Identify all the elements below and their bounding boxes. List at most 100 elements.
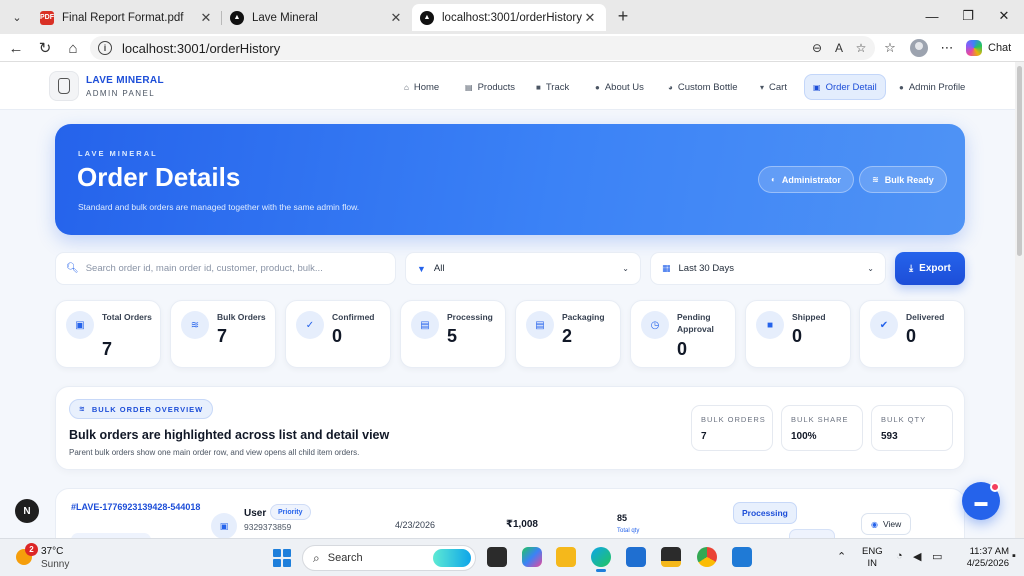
store-icon[interactable] [626, 547, 646, 567]
stat-label: Shipped [792, 312, 826, 322]
wifi-icon[interactable]: ◔ [896, 550, 903, 562]
nav-label: Home [413, 81, 440, 93]
weather-badge: 2 [25, 543, 38, 556]
stat-card-processing: ▤ Processing 5 [400, 300, 506, 368]
address-bar[interactable]: i localhost:3001/orderHistory ⊖ A ☆ [90, 36, 875, 60]
refresh-icon[interactable]: ↻ [34, 37, 56, 59]
badge-label: BULK ORDER OVERVIEW [91, 404, 204, 414]
clock-date: 4/25/2026 [966, 558, 1009, 569]
stat-value: 0 [906, 326, 917, 346]
order-qty: 85 [617, 513, 628, 523]
url-text[interactable]: localhost:3001/orderHistory [122, 41, 280, 56]
chat-fab-button[interactable]: ▬ [962, 482, 1000, 520]
scrollbar-thumb[interactable] [1017, 66, 1022, 256]
vscode-icon[interactable] [732, 547, 752, 567]
browser-tab-pdf[interactable]: PDF Final Report Format.pdf ✕ [32, 4, 222, 31]
nav-products[interactable]: ▤ Products [457, 74, 523, 100]
nav-label: Products [477, 81, 516, 93]
copilot-app-icon[interactable] [522, 547, 542, 567]
nav-custom-bottle[interactable]: ◕ Custom Bottle [660, 74, 746, 100]
language-indicator[interactable]: ENG IN [862, 546, 883, 570]
task-view-icon[interactable] [487, 547, 507, 567]
weather-condition: Sunny [41, 559, 70, 570]
copilot-icon [966, 40, 982, 56]
order-id-link[interactable]: #LAVE-1776923139428-544018 [71, 501, 206, 514]
browser-tab-lave-mineral[interactable]: ▲ Lave Mineral ✕ [222, 4, 412, 31]
brand-logo-icon[interactable] [49, 71, 79, 101]
sticky-notes-icon[interactable] [661, 547, 681, 567]
page-title: Order Details [77, 162, 241, 192]
home-icon[interactable]: ⌂ [62, 37, 84, 59]
nav-cart[interactable]: ▾ Cart [752, 74, 795, 100]
brand-subtitle: ADMIN PANEL [86, 89, 156, 98]
favorite-star-icon[interactable]: ☆ [852, 39, 870, 57]
order-search[interactable]: 🔍︎ [55, 252, 396, 285]
battery-icon[interactable]: ▭ [932, 550, 942, 563]
language-region: IN [867, 558, 878, 569]
volume-icon[interactable]: ◀ [913, 550, 921, 563]
search-icon: 🔍︎ [66, 263, 79, 274]
status-badge-secondary [789, 529, 835, 538]
order-qty-label: Total qty [617, 528, 640, 534]
view-order-button[interactable]: ◉ View [861, 513, 912, 535]
taskbar-search[interactable]: ⌕ Search [302, 545, 476, 571]
close-icon[interactable]: ✕ [582, 10, 598, 26]
copilot-chat-button[interactable]: Chat [966, 37, 1020, 59]
new-tab-plus-icon[interactable]: + [612, 5, 634, 27]
file-explorer-icon[interactable] [556, 547, 576, 567]
administrator-pill[interactable]: ◐ Administrator [758, 166, 854, 193]
windows-start-icon[interactable] [273, 549, 291, 567]
stat-card-total-orders: ▣ Total Orders 7 [55, 300, 161, 368]
profile-avatar[interactable] [910, 39, 928, 57]
favorites-icon[interactable]: ☆ [880, 38, 900, 58]
pill-label: Bulk Ready [884, 174, 934, 185]
more-options-icon[interactable]: ⋯ [937, 38, 957, 58]
layers-icon: ≋ [181, 311, 209, 339]
read-aloud-icon[interactable]: A [830, 39, 848, 57]
back-arrow-icon[interactable]: ← [5, 37, 27, 59]
browser-tab-order-history[interactable]: ▲ localhost:3001/orderHistory ✕ [412, 4, 606, 31]
minimize-icon[interactable]: — [914, 0, 950, 32]
browser-toolbar: ← ↻ ⌂ i localhost:3001/orderHistory ⊖ A … [0, 34, 1024, 62]
brand-name: LAVE MINERAL [86, 75, 164, 86]
system-clock[interactable]: 11:37 AM 4/25/2026 [965, 546, 1009, 570]
status-filter-select[interactable]: ▼ All ⌄ [405, 252, 641, 285]
tray-chevron-up-icon[interactable]: ⌃ [837, 550, 846, 563]
nextjs-dev-indicator-icon[interactable]: N [15, 499, 39, 523]
window-close-icon[interactable]: ✕ [986, 0, 1022, 32]
language-code: ENG [862, 546, 883, 557]
tab-title: Final Report Format.pdf [62, 11, 184, 24]
stat-label: Bulk Orders [217, 312, 266, 322]
bulk-ready-pill[interactable]: ≋ Bulk Ready [859, 166, 947, 193]
nav-home[interactable]: ⌂ Home [396, 74, 447, 100]
check-icon: ✓ [296, 311, 324, 339]
stat-value: 5 [447, 326, 458, 346]
nav-about-us[interactable]: ● About Us [587, 74, 652, 100]
table-row[interactable]: #LAVE-1776923139428-544018 ▣ User Priori… [55, 488, 965, 538]
stat-card-shipped: ■ Shipped 0 [745, 300, 851, 368]
export-button[interactable]: ⤓ Export [895, 252, 965, 285]
search-input[interactable] [85, 263, 386, 274]
box-icon: ▤ [465, 82, 473, 92]
site-info-icon[interactable]: i [98, 41, 112, 55]
nav-admin-profile[interactable]: ● Admin Profile [891, 74, 973, 100]
notification-bell-icon[interactable]: ▪ [1012, 550, 1016, 562]
edge-browser-icon[interactable] [591, 547, 611, 572]
stat-card-packaging: ▤ Packaging 2 [515, 300, 621, 368]
overview-badge: ≋ BULK ORDER OVERVIEW [69, 399, 214, 419]
close-icon[interactable]: ✕ [198, 10, 214, 26]
page-scrollbar[interactable] [1015, 62, 1024, 538]
status-badge[interactable]: Processing [733, 502, 797, 524]
date-range-select[interactable]: ▦ Last 30 Days ⌄ [650, 252, 886, 285]
zoom-icon[interactable]: ⊖ [808, 39, 826, 57]
nav-track[interactable]: ■ Track [528, 74, 577, 100]
tab-actions-chevron-icon[interactable]: ⌄ [5, 6, 29, 28]
chrome-icon[interactable] [697, 547, 717, 567]
nav-order-detail[interactable]: ▣ Order Detail [804, 74, 886, 100]
stat-value: 0 [332, 326, 343, 346]
close-icon[interactable]: ✕ [388, 10, 404, 26]
view-label: View [882, 519, 902, 529]
windows-taskbar: 2 37°C Sunny ⌕ Search ⌃ ENG IN ◔ ◀ ▭ 11:… [0, 538, 1024, 576]
restore-icon[interactable]: ❐ [950, 0, 986, 32]
weather-widget[interactable]: 2 [16, 543, 38, 565]
